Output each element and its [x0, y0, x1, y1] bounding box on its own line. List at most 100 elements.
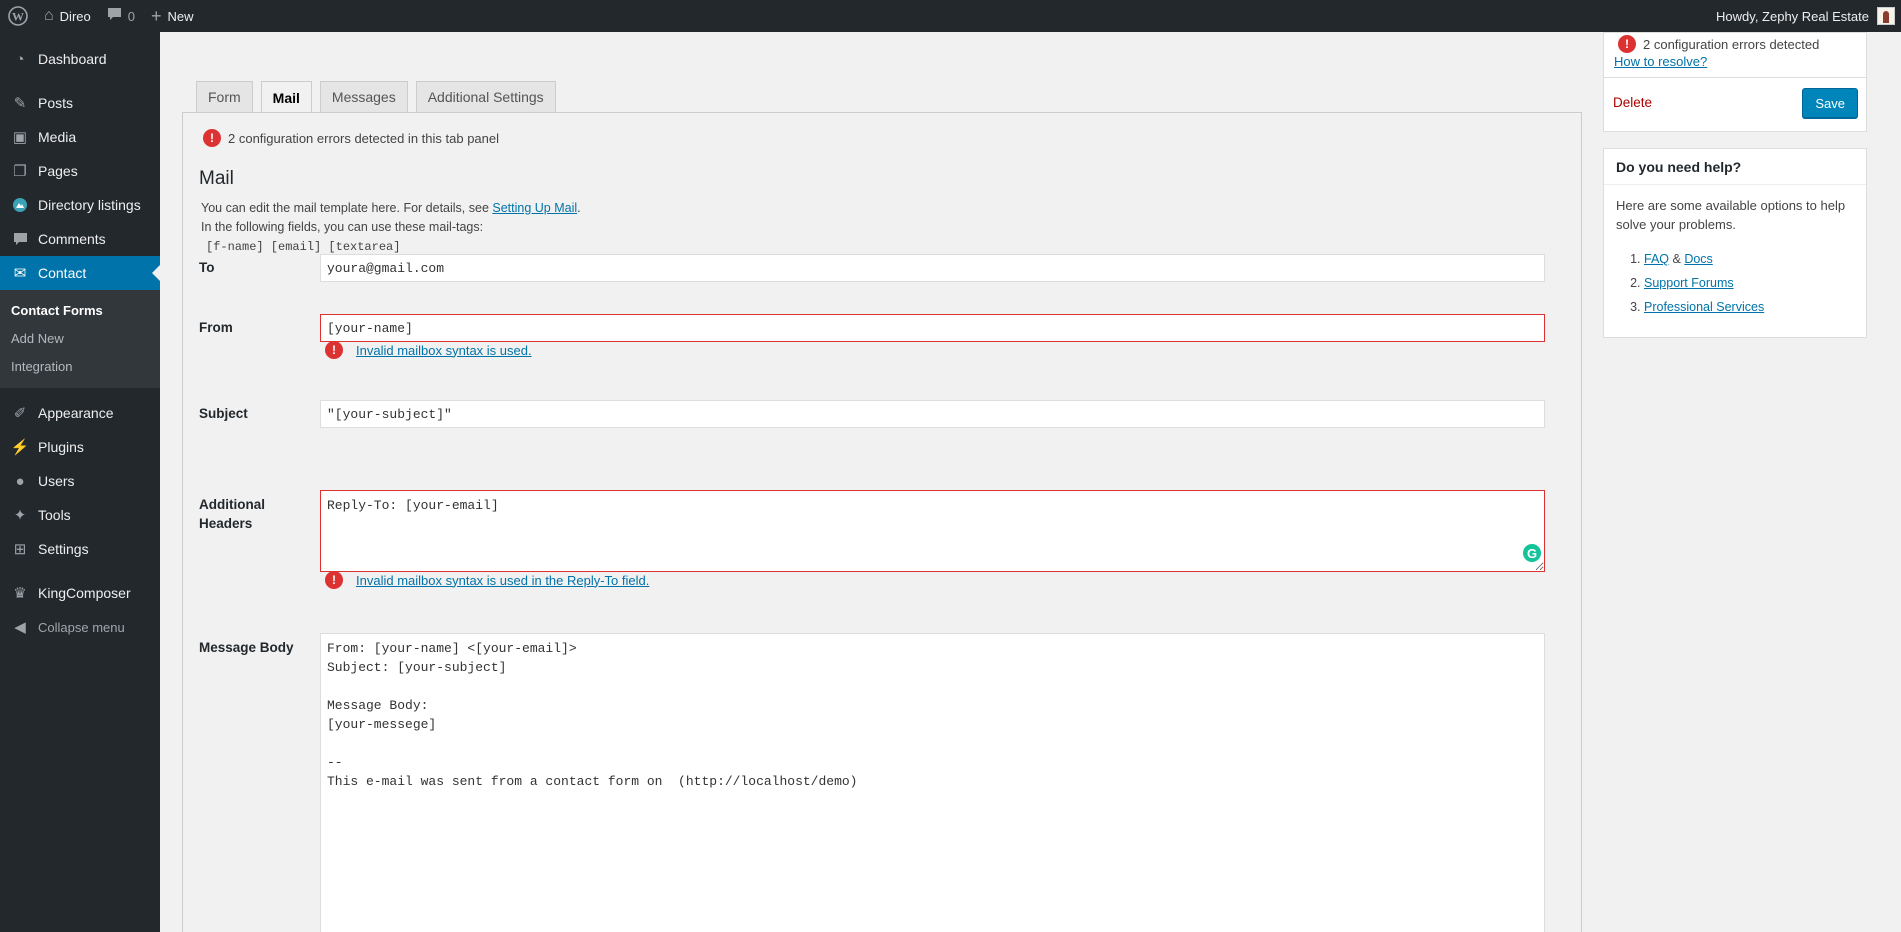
- help-text: Here are some available options to help …: [1616, 198, 1846, 232]
- wordpress-logo-icon[interactable]: W: [0, 0, 36, 32]
- error-icon: !: [325, 341, 343, 359]
- desc-line2: In the following fields, you can use the…: [201, 220, 484, 234]
- error-icon: !: [203, 129, 221, 147]
- submit-error: ! 2 configuration errors detected: [1618, 35, 1819, 53]
- list-item: Support Forums: [1644, 271, 1764, 295]
- menu-kingcomposer[interactable]: ♛ KingComposer: [0, 576, 160, 610]
- svg-text:W: W: [12, 10, 24, 24]
- tab-messages[interactable]: Messages: [319, 81, 408, 112]
- subject-label: Subject: [199, 406, 248, 421]
- menu-label: Users: [38, 473, 75, 489]
- submit-box: ! 2 configuration errors detected How to…: [1603, 32, 1867, 132]
- menu-posts[interactable]: ✎ Posts: [0, 86, 160, 120]
- help-title: Do you need help?: [1616, 159, 1742, 175]
- divider: [1604, 77, 1866, 78]
- message-body-field[interactable]: From: [your-name] <[your-email]> Subject…: [320, 633, 1545, 932]
- media-icon: ▣: [12, 129, 28, 146]
- subject-field[interactable]: [320, 400, 1545, 428]
- help-box: Do you need help? Here are some availabl…: [1603, 148, 1867, 338]
- menu-media[interactable]: ▣ Media: [0, 120, 160, 154]
- menu-pages[interactable]: ❐ Pages: [0, 154, 160, 188]
- menu-label: Directory listings: [38, 197, 141, 213]
- from-error-link[interactable]: Invalid mailbox syntax is used.: [356, 343, 532, 358]
- mail-tags: [f-name] [email] [textarea]: [206, 240, 401, 254]
- error-icon: !: [1618, 35, 1636, 53]
- crown-icon: ♛: [13, 585, 27, 602]
- mail-icon: ✉: [13, 265, 27, 282]
- list-item: FAQ & Docs: [1644, 247, 1764, 271]
- desc-period: .: [577, 201, 581, 215]
- menu-directory-listings[interactable]: Directory listings: [0, 188, 160, 222]
- submenu-contact-forms[interactable]: Contact Forms: [0, 296, 160, 324]
- grammarly-icon[interactable]: G: [1521, 542, 1543, 564]
- menu-label: Settings: [38, 541, 89, 557]
- menu-label: Dashboard: [38, 51, 107, 67]
- contact-submenu: Contact Forms Add New Integration: [0, 290, 160, 388]
- ampersand: &: [1672, 252, 1681, 266]
- wrench-icon: ✦: [13, 507, 27, 524]
- submit-error-text: 2 configuration errors detected: [1643, 36, 1820, 52]
- how-to-resolve-link[interactable]: How to resolve?: [1614, 54, 1707, 69]
- tab-mail[interactable]: Mail: [260, 81, 312, 113]
- docs-link[interactable]: Docs: [1684, 252, 1712, 266]
- comments-link[interactable]: 0: [99, 0, 143, 32]
- to-label: To: [199, 260, 215, 275]
- from-field[interactable]: [320, 314, 1545, 342]
- from-error: ! Invalid mailbox syntax is used.: [325, 341, 532, 359]
- save-button[interactable]: Save: [1802, 88, 1858, 118]
- new-content-link[interactable]: + New: [143, 0, 202, 32]
- faq-link[interactable]: FAQ: [1644, 252, 1669, 266]
- admin-menu: ◔ Dashboard ✎ Posts ▣ Media ❐ Pages Dire…: [0, 32, 160, 932]
- menu-label: Posts: [38, 95, 74, 111]
- site-name: Direo: [59, 8, 91, 24]
- collapse-menu-button[interactable]: ◀ Collapse menu: [0, 610, 160, 644]
- menu-plugins[interactable]: ⚡ Plugins: [0, 430, 160, 464]
- dashboard-icon: ◔: [15, 50, 25, 68]
- user-icon: ●: [15, 472, 25, 490]
- comments-count: 0: [127, 8, 135, 24]
- menu-tools[interactable]: ✦ Tools: [0, 498, 160, 532]
- settings-icon: ⊞: [13, 541, 27, 558]
- my-account[interactable]: Howdy, Zephy Real Estate: [1716, 0, 1901, 32]
- main-content: Form Mail Messages Additional Settings !…: [160, 32, 1901, 932]
- support-forums-link[interactable]: Support Forums: [1644, 276, 1734, 290]
- menu-label: Media: [38, 129, 77, 145]
- tab-form[interactable]: Form: [196, 81, 253, 112]
- mail-panel: ! 2 configuration errors detected in thi…: [182, 112, 1582, 932]
- menu-dashboard[interactable]: ◔ Dashboard: [0, 42, 160, 76]
- setting-up-mail-link[interactable]: Setting Up Mail: [492, 201, 577, 215]
- menu-label: Tools: [38, 507, 71, 523]
- headers-error: ! Invalid mailbox syntax is used in the …: [325, 571, 649, 589]
- headers-error-link[interactable]: Invalid mailbox syntax is used in the Re…: [356, 573, 649, 588]
- submenu-integration[interactable]: Integration: [0, 352, 160, 380]
- tab-bar: Form Mail Messages Additional Settings: [196, 81, 564, 113]
- menu-comments[interactable]: Comments: [0, 222, 160, 256]
- comment-bubble-icon: [107, 7, 122, 26]
- tab-additional-settings[interactable]: Additional Settings: [415, 81, 556, 112]
- error-summary-text: 2 configuration errors detected in this …: [228, 130, 500, 146]
- menu-label: Collapse menu: [38, 619, 125, 635]
- additional-headers-field[interactable]: Reply-To: [your-email]: [320, 490, 1545, 572]
- menu-label: KingComposer: [38, 585, 131, 601]
- desc-text: You can edit the mail template here. For…: [201, 201, 493, 215]
- menu-settings[interactable]: ⊞ Settings: [0, 532, 160, 566]
- pages-icon: ❐: [13, 163, 27, 180]
- menu-contact[interactable]: ✉ Contact: [0, 256, 160, 290]
- menu-label: Contact: [38, 265, 87, 281]
- delete-link[interactable]: Delete: [1613, 95, 1652, 110]
- professional-services-link[interactable]: Professional Services: [1644, 300, 1764, 314]
- site-name-link[interactable]: ⌂ Direo: [36, 0, 99, 32]
- plugin-icon: ⚡: [10, 439, 30, 456]
- list-item: Professional Services: [1644, 295, 1764, 319]
- menu-label: Plugins: [38, 439, 84, 455]
- comment-icon: [10, 229, 30, 249]
- panel-description: You can edit the mail template here. For…: [201, 199, 581, 257]
- menu-users[interactable]: ● Users: [0, 464, 160, 498]
- panel-error-summary: ! 2 configuration errors detected in thi…: [203, 129, 499, 147]
- to-field[interactable]: [320, 254, 1545, 282]
- from-label: From: [199, 320, 233, 335]
- listings-icon: [10, 195, 30, 215]
- submenu-add-new[interactable]: Add New: [0, 324, 160, 352]
- menu-label: Comments: [38, 231, 106, 247]
- menu-appearance[interactable]: ✐ Appearance: [0, 396, 160, 430]
